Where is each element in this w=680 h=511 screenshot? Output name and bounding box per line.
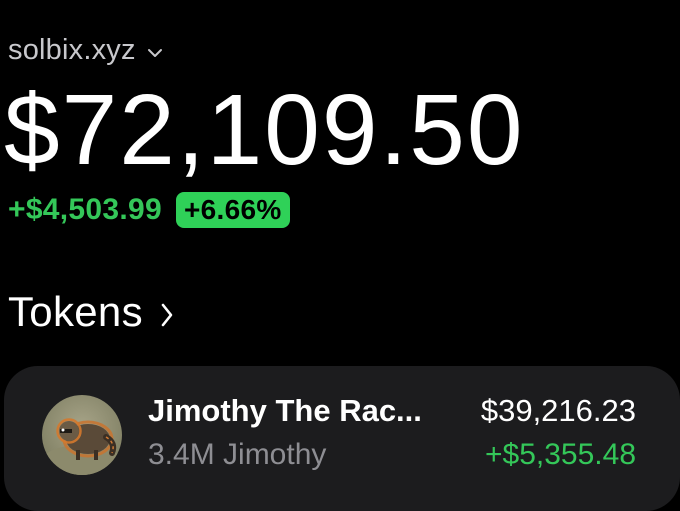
token-value: $39,216.23 bbox=[480, 393, 636, 428]
account-selector[interactable]: solbix.xyz bbox=[8, 34, 164, 67]
balance-change-percent-badge: +6.66% bbox=[175, 192, 290, 228]
account-name: solbix.xyz bbox=[8, 34, 136, 66]
chevron-right-icon bbox=[161, 303, 173, 327]
tokens-section-header[interactable]: Tokens bbox=[8, 288, 175, 336]
total-balance: $72,109.50 bbox=[4, 74, 525, 186]
token-quantity: 3.4M Jimothy bbox=[148, 438, 327, 471]
token-change: +$5,355.48 bbox=[485, 438, 636, 471]
token-name: Jimothy The Rac... bbox=[148, 393, 422, 428]
tokens-section-title: Tokens bbox=[8, 288, 143, 335]
token-row-jimothy[interactable]: Jimothy The Rac... 3.4M Jimothy $39,216.… bbox=[4, 366, 680, 511]
balance-change-amount: +$4,503.99 bbox=[8, 193, 162, 226]
balance-change-row: +$4,503.99 +6.66% bbox=[8, 192, 290, 228]
chevron-down-icon bbox=[147, 48, 162, 57]
raccoon-avatar-icon bbox=[42, 395, 122, 475]
